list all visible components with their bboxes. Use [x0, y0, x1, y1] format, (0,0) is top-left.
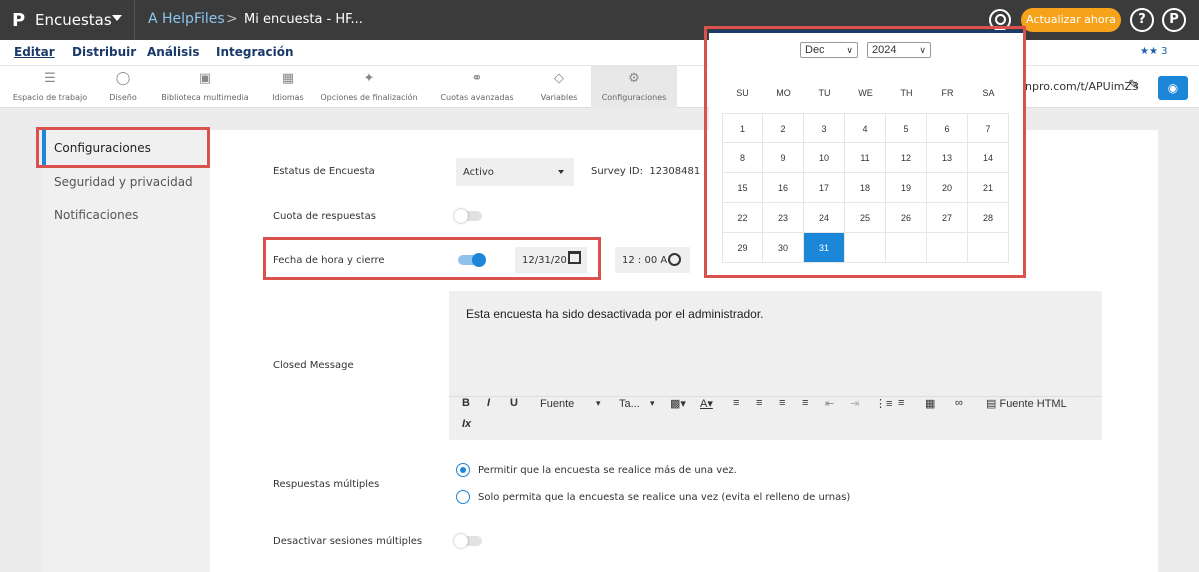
size-dropdown-icon[interactable]: ▾: [650, 398, 655, 409]
document-icon: ▤: [986, 398, 997, 410]
tab-analisis[interactable]: Análisis: [147, 45, 200, 59]
align-right-icon[interactable]: ≡: [779, 397, 785, 409]
underline-button[interactable]: U: [510, 397, 518, 409]
tab-editar[interactable]: Editar: [14, 45, 55, 59]
sidebar-item-notifications[interactable]: Notificaciones: [54, 208, 138, 222]
status-label: Estatus de Encuesta: [273, 166, 375, 177]
closed-message-text[interactable]: Esta encuesta ha sido desactivada por el…: [466, 307, 764, 321]
pencil-icon[interactable]: ✎: [1128, 78, 1139, 93]
sidebar-item-security[interactable]: Seguridad y privacidad: [54, 175, 193, 189]
bold-button[interactable]: B: [462, 397, 470, 409]
profile-icon[interactable]: P: [1162, 8, 1186, 32]
numbered-list-icon[interactable]: ≡: [898, 397, 904, 409]
settings-sidebar: Configuraciones Seguridad y privacidad N…: [42, 130, 210, 572]
tool-media-library[interactable]: ▣ Biblioteca multimedia: [160, 66, 250, 108]
tag-icon: ◇: [554, 71, 564, 86]
collaborators-count[interactable]: ★★ 3: [1140, 46, 1167, 57]
breadcrumb-separator: >: [226, 11, 238, 27]
indent-icon[interactable]: ⇥: [850, 397, 859, 410]
quota-toggle[interactable]: [454, 209, 482, 223]
tool-finish-options[interactable]: ✦ Opciones de finalización: [314, 66, 424, 108]
tab-integracion[interactable]: Integración: [216, 45, 294, 59]
chevron-down-icon: [558, 170, 564, 174]
quota-label: Cuota de respuestas: [273, 211, 376, 222]
upgrade-button[interactable]: Actualizar ahora: [1021, 8, 1121, 32]
highlight-calendar: [704, 26, 1026, 278]
tool-settings[interactable]: ⚙ Configuraciones: [591, 66, 677, 108]
align-center-icon[interactable]: ≡: [756, 397, 762, 409]
text-color-icon[interactable]: A▾: [700, 397, 713, 410]
survey-id: Survey ID: 12308481: [591, 166, 701, 177]
image-icon: ▣: [198, 71, 212, 86]
brand-logo[interactable]: P: [12, 10, 25, 31]
clock-icon[interactable]: [668, 253, 681, 266]
survey-url[interactable]: npro.com/t/APUimZ3: [1025, 80, 1139, 93]
gear-icon: ⚙: [628, 71, 640, 86]
product-switcher[interactable]: Encuestas: [35, 11, 112, 29]
link-icon[interactable]: ∞: [955, 397, 963, 409]
calendar-icon[interactable]: [568, 251, 581, 264]
tool-design[interactable]: ◯ Diseño: [100, 66, 146, 108]
close-date-label: Fecha de hora y cierre: [273, 255, 385, 266]
tab-distribuir[interactable]: Distribuir: [72, 45, 136, 59]
highlight-sidebar: [36, 127, 210, 168]
table-icon[interactable]: ▦: [925, 397, 935, 410]
tool-workspace[interactable]: ☰ Espacio de trabajo: [10, 66, 90, 108]
outdent-icon[interactable]: ⇤: [825, 397, 834, 410]
bg-color-icon[interactable]: ▩▾: [670, 397, 686, 410]
bullet-list-icon[interactable]: ⋮≡: [875, 397, 892, 410]
tool-advanced-quotas[interactable]: ⚭ Cuotas avanzadas: [434, 66, 520, 108]
align-left-icon[interactable]: ≡: [733, 397, 739, 409]
disable-sessions-toggle[interactable]: [454, 534, 482, 548]
closed-message-label: Closed Message: [273, 360, 354, 371]
size-select[interactable]: Ta...: [619, 398, 640, 410]
chevron-down-icon[interactable]: [112, 15, 122, 21]
option-once-label[interactable]: Solo permita que la encuesta se realice …: [478, 492, 850, 503]
italic-button[interactable]: I: [487, 397, 490, 409]
status-select[interactable]: Activo: [456, 158, 574, 186]
font-select[interactable]: Fuente: [540, 398, 574, 410]
clear-format-button[interactable]: Ix: [462, 418, 471, 430]
divider: [134, 0, 135, 40]
palette-icon: ◯: [115, 71, 131, 86]
translate-icon: ▦: [281, 71, 295, 86]
multiple-responses-label: Respuestas múltiples: [273, 479, 380, 490]
breadcrumb-survey[interactable]: Mi encuesta - HF...: [244, 12, 363, 27]
eye-icon: ◉: [1167, 81, 1179, 95]
close-date-toggle[interactable]: [458, 253, 486, 267]
magic-wand-icon: ✦: [363, 71, 375, 86]
html-source-button[interactable]: ▤ Fuente HTML: [986, 397, 1067, 410]
quota-icon: ⚭: [471, 71, 483, 86]
align-justify-icon[interactable]: ≡: [802, 397, 808, 409]
preview-button[interactable]: ◉: [1158, 76, 1188, 100]
disable-sessions-label: Desactivar sesiones múltiples: [273, 536, 423, 547]
option-allow-label[interactable]: Permitir que la encuesta se realice más …: [478, 465, 737, 476]
radio-allow-multiple[interactable]: [456, 463, 470, 477]
radio-once-only[interactable]: [456, 490, 470, 504]
help-icon[interactable]: ?: [1130, 8, 1154, 32]
users-icon: ★★: [1140, 46, 1162, 57]
tool-variables[interactable]: ◇ Variables: [536, 66, 582, 108]
tool-languages[interactable]: ▦ Idiomas: [268, 66, 308, 108]
breadcrumb-folder[interactable]: A HelpFiles: [148, 11, 225, 27]
font-dropdown-icon[interactable]: ▾: [596, 398, 601, 409]
workspace-icon: ☰: [44, 71, 56, 86]
